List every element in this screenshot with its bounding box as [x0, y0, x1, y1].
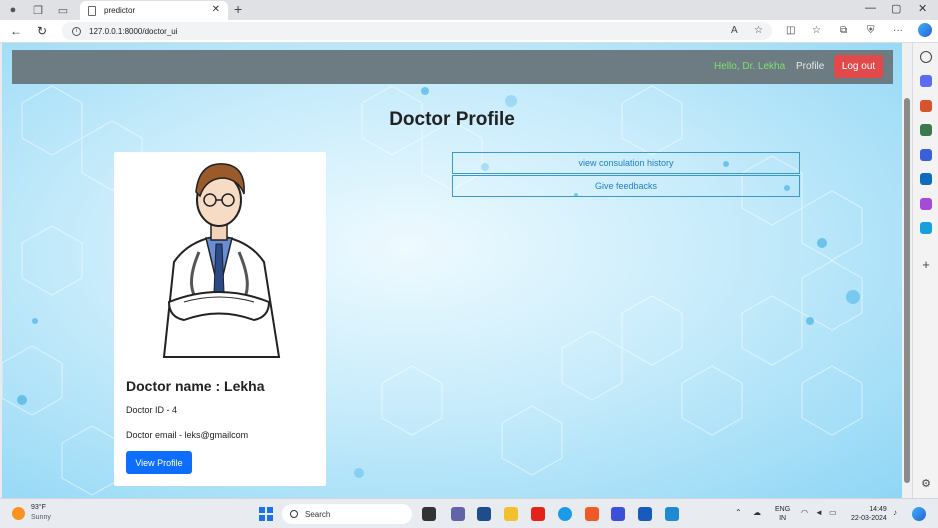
doctor-email: Doctor email - leks@gmailcom	[126, 430, 249, 440]
onedrive-icon[interactable]: ☁	[753, 508, 761, 517]
taskbar-search[interactable]: Search	[282, 504, 412, 524]
give-feedbacks-button[interactable]: Give feedbacks	[452, 175, 800, 197]
greeting-text: Hello, Dr. Lekha	[714, 61, 786, 72]
file-explorer-icon[interactable]	[504, 507, 518, 521]
back-button[interactable]: ←	[10, 24, 22, 38]
page-icon	[88, 5, 96, 16]
doctor-id: Doctor ID - 4	[126, 405, 178, 415]
language-indicator[interactable]: ENG IN	[775, 505, 790, 523]
read-aloud-icon[interactable]: A	[731, 25, 738, 36]
sidebar-designer-icon[interactable]	[920, 198, 932, 210]
search-icon	[290, 510, 298, 518]
sidebar-settings-icon[interactable]: ⚙	[920, 478, 932, 490]
sidebar-tools-icon[interactable]	[920, 100, 932, 112]
browser-tab-bar: ● ❐ ▭ predictor ✕ + — ▢ ✕	[0, 0, 938, 20]
top-navbar: Hello, Dr. Lekha Profile Log out	[12, 50, 893, 84]
battery-icon[interactable]: ▭	[829, 508, 837, 517]
close-window-button[interactable]: ✕	[918, 2, 927, 15]
doctor-name: Doctor name : Lekha	[126, 378, 265, 394]
weather-temperature[interactable]: 93°F	[31, 504, 46, 511]
vscode-icon[interactable]	[665, 507, 679, 521]
clock-date: 22-03-2024	[851, 515, 887, 522]
store-icon[interactable]	[477, 507, 491, 521]
notification-bell-icon[interactable]: ♪	[893, 508, 897, 517]
sidebar-outlook-icon[interactable]	[920, 173, 932, 185]
sidebar-add-icon[interactable]: +	[920, 258, 932, 271]
sidebar-games-icon[interactable]	[920, 124, 932, 136]
view-profile-button[interactable]: View Profile	[126, 451, 192, 474]
weather-condition[interactable]: Sunny	[31, 514, 51, 521]
profile-icon[interactable]: ●	[6, 3, 20, 17]
search-placeholder: Search	[305, 509, 331, 519]
page-scrollbar[interactable]	[902, 43, 912, 498]
edge-sidebar: + ⚙	[912, 43, 938, 498]
windows-taskbar: 93°F Sunny Search ⌃ ☁ ENG IN ◠ ◄ ▭ 14:49…	[0, 498, 938, 528]
split-screen-icon[interactable]: ◫	[786, 25, 795, 36]
system-clock[interactable]: 14:49 22-03-2024	[851, 505, 887, 523]
maximize-button[interactable]: ▢	[891, 2, 901, 15]
logout-button[interactable]: Log out	[834, 55, 883, 78]
notes-app-icon[interactable]	[611, 507, 625, 521]
reload-button[interactable]: ↻	[37, 24, 47, 38]
youtube-icon[interactable]	[531, 507, 545, 521]
page-viewport: Hello, Dr. Lekha Profile Log out Doctor …	[2, 43, 902, 498]
address-bar-row: ← ↻ i 127.0.0.1:8000/doctor_ui A ☆ ◫ ☆ ⧉…	[0, 20, 938, 43]
favorites-icon[interactable]: ☆	[812, 25, 821, 36]
region-code: IN	[779, 515, 787, 522]
word-icon[interactable]	[638, 507, 652, 521]
extensions-icon[interactable]: ⛨	[867, 25, 875, 36]
site-info-icon[interactable]: i	[72, 26, 81, 36]
url-text: 127.0.0.1:8000/doctor_ui	[89, 26, 178, 36]
brave-icon[interactable]	[585, 507, 599, 521]
favorite-star-icon[interactable]: ☆	[754, 25, 763, 36]
windows-start-icon[interactable]	[259, 507, 273, 521]
view-consultation-history-button[interactable]: view consulation history	[452, 152, 800, 174]
doctor-illustration	[162, 163, 281, 358]
copilot-icon[interactable]	[918, 23, 932, 37]
copilot-taskbar-icon[interactable]	[912, 507, 926, 521]
new-tab-button[interactable]: +	[234, 1, 242, 17]
language-code: ENG	[775, 506, 791, 513]
address-bar[interactable]: i 127.0.0.1:8000/doctor_ui	[62, 22, 772, 40]
clock-time: 14:49	[869, 506, 887, 513]
tab-predictor[interactable]: predictor ✕	[80, 1, 228, 20]
more-menu-icon[interactable]: ···	[893, 25, 903, 36]
weather-sun-icon[interactable]	[12, 507, 25, 520]
volume-icon[interactable]: ◄	[815, 508, 823, 517]
profile-link[interactable]: Profile	[796, 61, 824, 72]
tab-actions-icon[interactable]: ▭	[56, 3, 70, 17]
wifi-icon[interactable]: ◠	[801, 508, 808, 517]
task-view-icon[interactable]	[422, 507, 436, 521]
tab-title: predictor	[104, 6, 136, 15]
tab-close-icon[interactable]: ✕	[212, 4, 220, 15]
sidebar-shopping-icon[interactable]	[920, 75, 932, 87]
edge-icon[interactable]	[558, 507, 572, 521]
doctor-profile-card: Doctor name : Lekha Doctor ID - 4 Doctor…	[114, 152, 326, 486]
tray-overflow-icon[interactable]: ⌃	[735, 508, 742, 517]
scrollbar-thumb[interactable]	[904, 98, 910, 483]
sidebar-search-icon[interactable]	[920, 51, 932, 63]
page-title: Doctor Profile	[389, 109, 515, 130]
teams-icon[interactable]	[451, 507, 465, 521]
minimize-button[interactable]: —	[865, 2, 876, 14]
sidebar-drop-icon[interactable]	[920, 222, 932, 234]
workspaces-icon[interactable]: ❐	[31, 3, 45, 17]
sidebar-m365-icon[interactable]	[920, 149, 932, 161]
collections-icon[interactable]: ⧉	[840, 25, 847, 36]
